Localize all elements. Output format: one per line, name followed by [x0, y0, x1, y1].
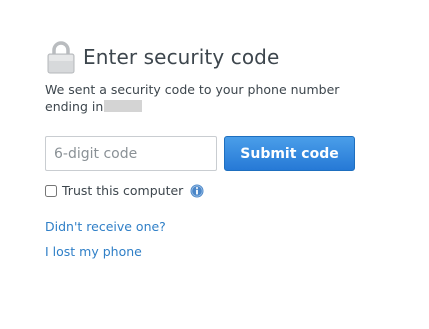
instructions-text: We sent a security code to your phone nu… [45, 81, 375, 115]
lost-phone-link[interactable]: I lost my phone [45, 244, 142, 259]
info-icon[interactable] [190, 184, 204, 198]
security-code-input[interactable] [45, 136, 217, 171]
security-code-page: Enter security code We sent a security c… [0, 0, 429, 329]
submit-code-button[interactable]: Submit code [224, 136, 355, 171]
trust-computer-checkbox[interactable] [45, 184, 57, 197]
didnt-receive-link[interactable]: Didn't receive one? [45, 219, 166, 234]
trust-computer-label[interactable]: Trust this computer [62, 183, 183, 198]
trust-computer-row: Trust this computer [45, 183, 204, 198]
page-title: Enter security code [83, 45, 280, 69]
lock-icon [47, 41, 75, 74]
page-header: Enter security code [46, 40, 279, 74]
instructions-message: We sent a security code to your phone nu… [45, 82, 340, 114]
redacted-phone-digits [104, 100, 143, 112]
